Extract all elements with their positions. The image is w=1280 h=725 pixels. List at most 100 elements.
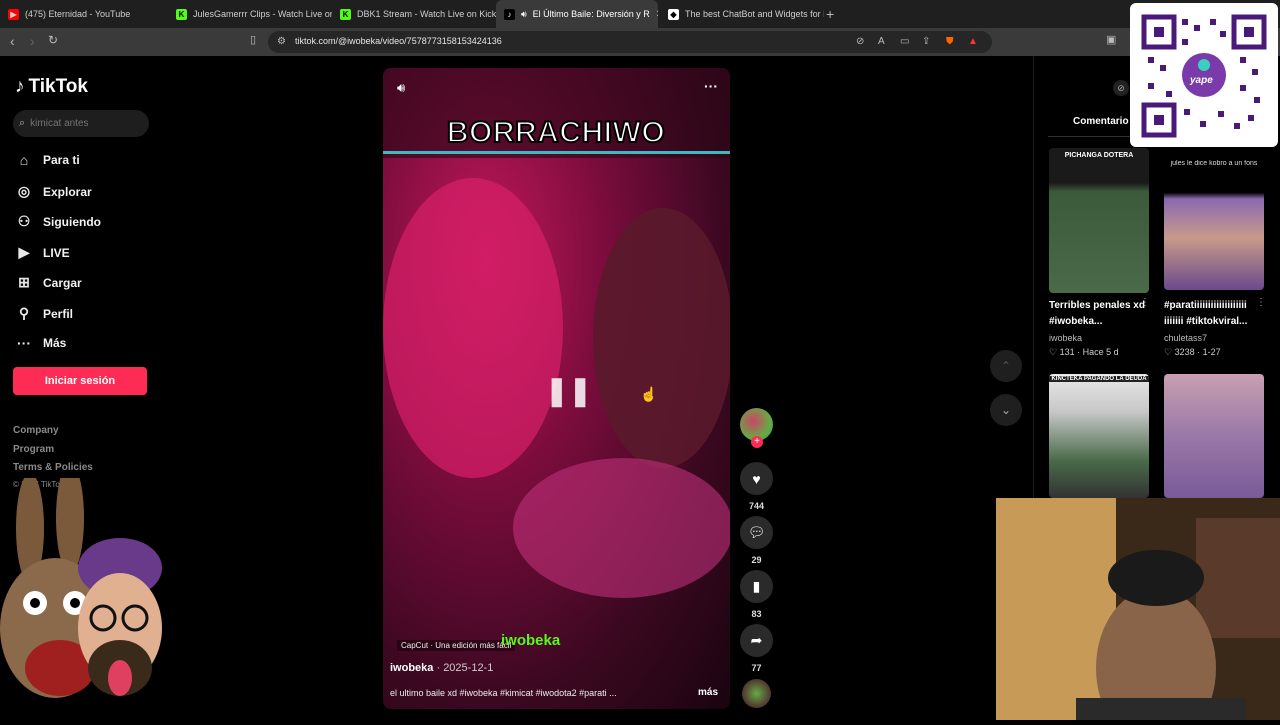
- webcam-image: [996, 498, 1280, 725]
- youtube-icon: ▶: [8, 8, 19, 20]
- tiktok-icon: ♪: [504, 8, 515, 20]
- save-action[interactable]: ▮ 83: [740, 570, 773, 619]
- sound-disc[interactable]: [742, 679, 771, 708]
- share-action[interactable]: ➦ 77: [740, 624, 773, 673]
- related-video-thumb[interactable]: jules le dice kobro a un fons: [1164, 160, 1264, 290]
- search-icon: ⌕: [19, 117, 26, 129]
- forward-icon[interactable]: ›: [30, 33, 35, 49]
- new-tab-icon[interactable]: +: [826, 6, 834, 22]
- bookmark-icon[interactable]: ▯: [250, 33, 256, 46]
- tab-title: El Último Baile: Diversión y R: [532, 9, 650, 19]
- comment-count: 29: [751, 555, 762, 565]
- more-link[interactable]: más: [698, 687, 718, 698]
- share-icon[interactable]: ⇪: [922, 36, 930, 47]
- view-count: 131: [1059, 347, 1075, 357]
- video-description: el ultimo baile xd #iwobeka #kimicat #iw…: [390, 688, 617, 698]
- related-video-thumb[interactable]: KINCTEKA PAGANDO LA DEUDA: [1049, 374, 1149, 498]
- next-video-button[interactable]: ⌄: [990, 394, 1022, 426]
- nav-label: Para ti: [43, 153, 80, 167]
- streamer-mascot-overlay: [0, 463, 180, 720]
- related-video-thumb[interactable]: PICHANGA DOTERA: [1049, 148, 1149, 293]
- mute-icon[interactable]: ⊘: [856, 36, 864, 47]
- rewards-icon[interactable]: ▲: [968, 36, 978, 47]
- comment-action[interactable]: 💬︎ 29: [740, 516, 773, 565]
- link-icon[interactable]: ⊘: [1113, 80, 1129, 96]
- comment-icon[interactable]: 💬︎: [740, 516, 773, 549]
- tab-comments[interactable]: Comentario: [1073, 116, 1129, 127]
- nav-live[interactable]: ▶ LIVE: [16, 244, 70, 261]
- related-stats: ♡ 3238 · 1-27: [1164, 347, 1221, 357]
- live-icon: ▶: [18, 244, 30, 260]
- home-icon: ⌂: [19, 152, 29, 168]
- pause-icon[interactable]: ❚❚: [545, 374, 592, 407]
- video-author[interactable]: iwobeka · 2025-12-1: [390, 662, 493, 674]
- previous-video-button[interactable]: ⌃: [990, 350, 1022, 382]
- tab-title: (475) Eternidad - YouTube: [25, 9, 131, 19]
- tiktok-page: ♪ TikTok ⌕ ⌂ Para ti ◎ Explorar ⚇ Siguie…: [0, 3, 1280, 725]
- thumb-caption: KINCTEKA PAGANDO LA DEUDA: [1049, 376, 1149, 382]
- nav-label: Perfil: [43, 306, 74, 321]
- related-author[interactable]: chuletass7: [1164, 333, 1207, 343]
- tab-title: JulesGamerrr Clips - Watch Live on K: [193, 9, 332, 19]
- mouse-cursor-icon: ☝: [640, 386, 658, 402]
- search-input[interactable]: [30, 118, 131, 129]
- nav-siguiendo[interactable]: ⚇ Siguiendo: [16, 213, 101, 230]
- webcam-overlay: [996, 498, 1280, 725]
- close-icon[interactable]: ✕: [656, 9, 658, 20]
- more-vertical-icon[interactable]: ⋮: [1256, 297, 1266, 308]
- site-info-icon[interactable]: ⚙: [277, 36, 286, 47]
- footer-company[interactable]: Company: [13, 425, 59, 436]
- url-field[interactable]: ⚙ tiktok.com/@iwobeka/video/757877315815…: [268, 31, 992, 53]
- tiktok-logo[interactable]: ♪ TikTok: [15, 76, 88, 98]
- nav-label: Siguiendo: [43, 214, 101, 229]
- share-arrow-icon[interactable]: ➦: [740, 624, 773, 657]
- tab-kick-dbk1[interactable]: K DBK1 Stream - Watch Live on Kick: [332, 0, 496, 28]
- related-title[interactable]: #paratiiiiiiiiiiiiiiiiiii iiiiiii #tikto…: [1164, 298, 1254, 330]
- thumb-caption: jules le dice kobro a un fons: [1170, 160, 1258, 167]
- footer-program[interactable]: Program: [13, 444, 54, 455]
- sidebar-toggle-icon[interactable]: ▣: [1106, 33, 1116, 46]
- nav-mas[interactable]: ··· Más: [16, 335, 66, 351]
- tab-youtube[interactable]: ▶ (475) Eternidad - YouTube: [0, 0, 168, 28]
- related-title[interactable]: Terribles penales xd #iwobeka...: [1049, 298, 1145, 330]
- author-name[interactable]: iwobeka: [390, 662, 433, 674]
- search-box[interactable]: ⌕: [13, 110, 149, 137]
- login-button[interactable]: Iniciar sesión: [13, 367, 147, 395]
- nav-cargar[interactable]: ⊞ Cargar: [16, 274, 82, 291]
- nav-para-ti[interactable]: ⌂ Para ti: [16, 152, 80, 168]
- tab-tiktok[interactable]: ♪ 🔊︎ El Último Baile: Diversión y R ✕: [496, 0, 658, 28]
- speaker-icon: 🔊︎: [521, 8, 527, 19]
- nav-label: LIVE: [43, 245, 70, 260]
- footer-terms[interactable]: Terms & Policies: [13, 462, 93, 473]
- qr-brand-label: yape: [1190, 75, 1213, 86]
- nav-explorar[interactable]: ◎ Explorar: [16, 183, 92, 200]
- related-author[interactable]: iwobeka: [1049, 333, 1082, 343]
- reload-icon[interactable]: ↻: [48, 33, 58, 47]
- video-caption-title: BORRACHIWO: [446, 115, 666, 150]
- brave-shield-icon[interactable]: ⛊: [946, 36, 954, 47]
- reader-icon[interactable]: ▭: [900, 36, 909, 47]
- qr-code-overlay: yape: [1130, 3, 1278, 147]
- heart-outline-icon: ♡: [1049, 347, 1058, 357]
- video-player[interactable]: 🔊︎ ··· BORRACHIWO ❚❚ CapCut · Una edició…: [383, 68, 730, 709]
- translate-icon[interactable]: A: [878, 36, 885, 47]
- tab-chatbot[interactable]: ◆ The best ChatBot and Widgets for Ki: [660, 0, 824, 28]
- tab-title: DBK1 Stream - Watch Live on Kick: [357, 9, 496, 19]
- save-count: 83: [751, 609, 762, 619]
- volume-icon[interactable]: 🔊︎: [397, 80, 405, 96]
- like-action[interactable]: ♥ 744: [740, 462, 773, 511]
- tab-kick-jules[interactable]: K JulesGamerrr Clips - Watch Live on K: [168, 0, 332, 28]
- related-video-thumb[interactable]: [1164, 374, 1264, 498]
- bookmark-icon[interactable]: ▮: [740, 570, 773, 603]
- upload-icon: ⊞: [18, 274, 30, 290]
- follow-plus-icon[interactable]: +: [751, 436, 763, 448]
- caption-underline: [383, 151, 730, 154]
- back-icon[interactable]: ‹: [10, 33, 15, 49]
- options-icon[interactable]: ···: [704, 78, 718, 94]
- kick-icon: K: [176, 8, 187, 20]
- related-stats: ♡ 131 · Hace 5 d: [1049, 347, 1119, 357]
- more-vertical-icon[interactable]: ⋮: [1140, 297, 1150, 308]
- heart-icon[interactable]: ♥: [740, 462, 773, 495]
- mascot-image: [0, 463, 162, 698]
- nav-perfil[interactable]: ⚲ Perfil: [16, 305, 73, 322]
